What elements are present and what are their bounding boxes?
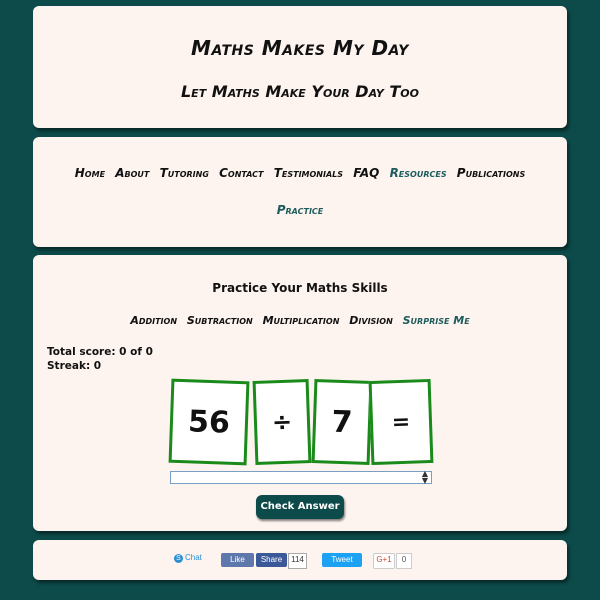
nav-contact[interactable]: Contact — [219, 166, 263, 180]
skype-chat-button[interactable]: S Chat — [174, 553, 202, 567]
nav-row: Home About Tutoring Contact Testimonials… — [33, 166, 567, 180]
nav-testimonials[interactable]: Testimonials — [274, 166, 343, 180]
nav-about[interactable]: About — [115, 166, 149, 180]
facebook-like-button[interactable]: Like — [221, 553, 254, 567]
practice-panel: Practice Your Maths Skills Addition Subt… — [33, 255, 567, 531]
google-plus-count: 0 — [396, 553, 412, 569]
check-answer-button[interactable]: Check Answer — [256, 495, 344, 519]
google-plus-button[interactable]: G+1 — [373, 553, 395, 569]
site-subtitle: Let Maths Make Your Day Too — [180, 82, 419, 101]
tweet-button[interactable]: Tweet — [322, 553, 362, 567]
nav-resources[interactable]: Resources — [390, 166, 447, 180]
skype-icon: S — [174, 554, 183, 563]
header-panel: Maths Makes My Day Let Maths Make Your D… — [33, 6, 567, 128]
op-multiplication[interactable]: Multiplication — [263, 314, 340, 327]
facebook-share-count: 114 — [288, 553, 307, 569]
nav-row-second: Practice — [33, 203, 567, 217]
skype-label: Chat — [185, 553, 202, 562]
site-title: Maths Makes My Day — [191, 36, 409, 60]
operator-card: ÷ — [252, 379, 312, 465]
footer-panel: S Chat Like Share 114 Tweet G+1 0 — [33, 540, 567, 580]
total-score: Total score: 0 of 0 — [47, 346, 153, 358]
operand-card-2: 7 — [311, 379, 373, 465]
streak: Streak: 0 — [47, 360, 102, 372]
answer-select[interactable]: ▲ ▼ — [170, 469, 432, 485]
operand-card-1: 56 — [168, 378, 250, 466]
nav-publications[interactable]: Publications — [457, 166, 525, 180]
nav-practice[interactable]: Practice — [277, 203, 324, 217]
op-subtraction[interactable]: Subtraction — [187, 314, 253, 327]
score-block: Total score: 0 of 0 Streak: 0 — [47, 345, 153, 373]
select-arrows-icon: ▲ ▼ — [421, 469, 428, 485]
nav-panel: Home About Tutoring Contact Testimonials… — [33, 137, 567, 247]
op-division[interactable]: Division — [349, 314, 393, 327]
practice-title: Practice Your Maths Skills — [212, 281, 388, 295]
equals-card: = — [368, 378, 434, 466]
operation-tabs: Addition Subtraction Multiplication Divi… — [33, 314, 567, 327]
nav-home[interactable]: Home — [75, 166, 105, 180]
nav-tutoring[interactable]: Tutoring — [160, 166, 209, 180]
op-surprise-me[interactable]: Surprise Me — [403, 314, 470, 327]
facebook-share-button[interactable]: Share — [256, 553, 287, 567]
op-addition[interactable]: Addition — [130, 314, 177, 327]
nav-faq[interactable]: FAQ — [353, 166, 379, 180]
